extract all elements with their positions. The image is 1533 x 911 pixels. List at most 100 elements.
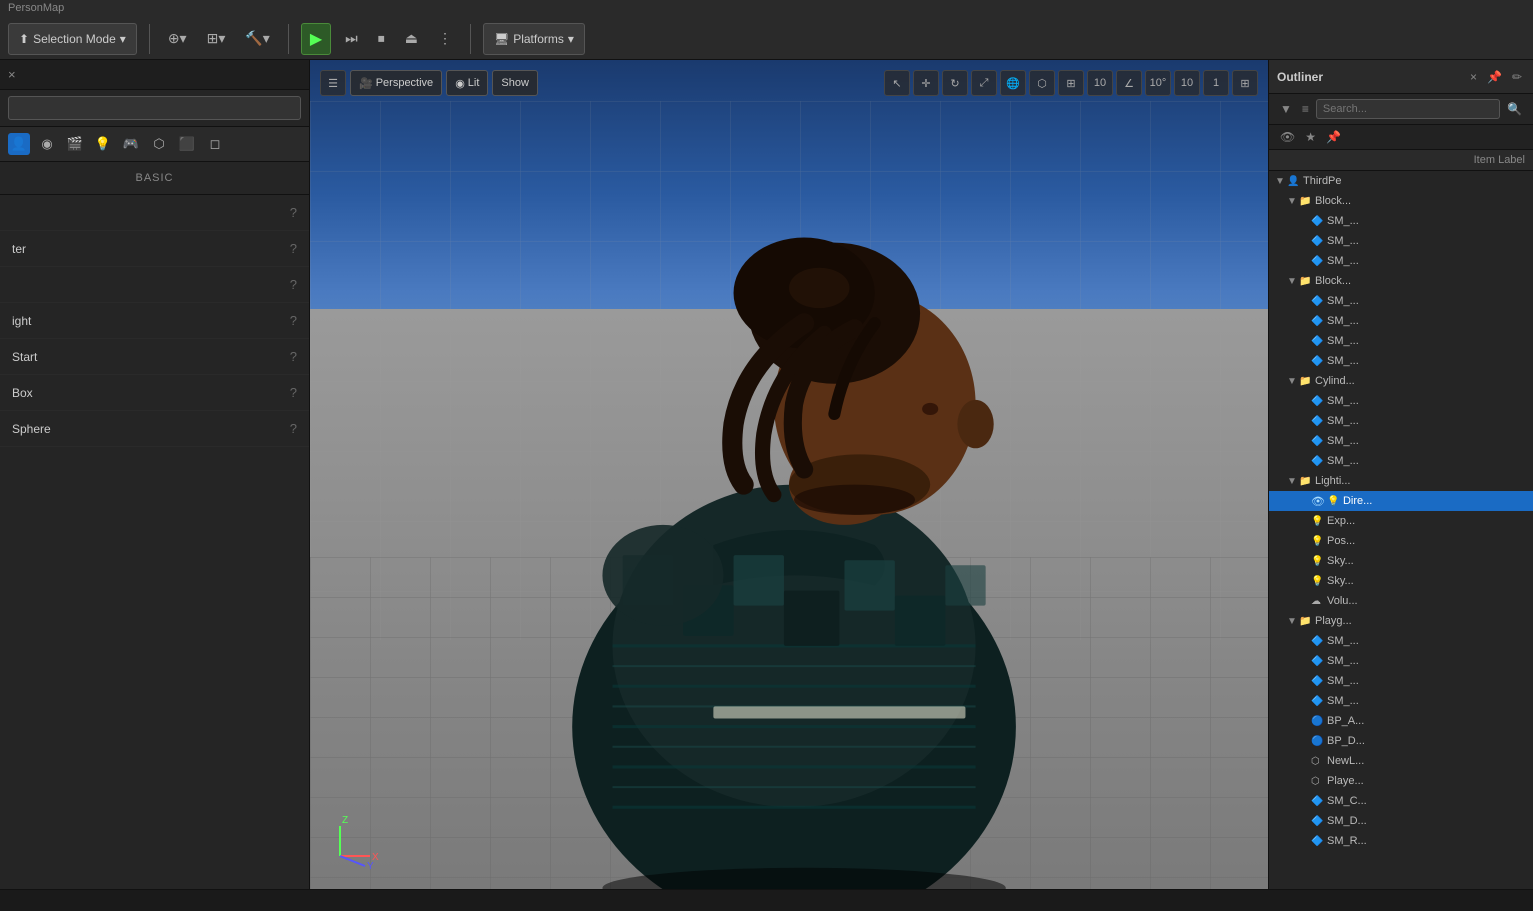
scale-num[interactable]: 10: [1174, 70, 1200, 96]
tree-item-sm11[interactable]: 🔷SM_...: [1269, 451, 1533, 471]
tree-item-sm6[interactable]: 🔷SM_...: [1269, 331, 1533, 351]
help-icon-2[interactable]: ?: [290, 241, 297, 256]
list-item[interactable]: Sphere ?: [0, 411, 309, 447]
scale-icon[interactable]: ⤢: [971, 70, 997, 96]
outliner-tree[interactable]: ▼👤ThirdPe▼📁Block...🔷SM_...🔷SM_...🔷SM_...…: [1269, 171, 1533, 889]
scale-num-2[interactable]: 1: [1203, 70, 1229, 96]
tree-item-sm9[interactable]: 🔷SM_...: [1269, 411, 1533, 431]
filter-options-icon[interactable]: ≡: [1299, 100, 1312, 118]
edit-outliner-button[interactable]: ✏: [1509, 68, 1525, 86]
all-classes-icon[interactable]: 👤: [8, 133, 30, 155]
list-item[interactable]: ?: [0, 195, 309, 231]
play-button[interactable]: ▶: [301, 23, 331, 55]
tree-item-volu[interactable]: ☁Volu...: [1269, 591, 1533, 611]
tree-item-bp_d[interactable]: 🔵BP_D...: [1269, 731, 1533, 751]
tree-item-sm13[interactable]: 🔷SM_...: [1269, 651, 1533, 671]
tree-item-block2[interactable]: ▼📁Block...: [1269, 271, 1533, 291]
help-icon-6[interactable]: ?: [290, 385, 297, 400]
tree-item-sm15[interactable]: 🔷SM_...: [1269, 691, 1533, 711]
tree-item-cylind[interactable]: ▼📁Cylind...: [1269, 371, 1533, 391]
lit-button[interactable]: ◉ Lit: [446, 70, 488, 96]
tree-item-exp[interactable]: 💡Exp...: [1269, 511, 1533, 531]
cinematic-icon[interactable]: 🎬: [64, 133, 86, 155]
tree-item-sm7[interactable]: 🔷SM_...: [1269, 351, 1533, 371]
shapes-icon[interactable]: ◉: [36, 133, 58, 155]
camera-settings-icon[interactable]: ⊞: [1232, 70, 1258, 96]
move-icon[interactable]: ✛: [913, 70, 939, 96]
tree-item-sm4[interactable]: 🔷SM_...: [1269, 291, 1533, 311]
play-next-button[interactable]: ⏭: [339, 23, 364, 55]
help-icon-7[interactable]: ?: [290, 421, 297, 436]
help-icon-3[interactable]: ?: [290, 277, 297, 292]
viewport-menu-button[interactable]: ☰: [320, 70, 346, 96]
tree-item-newl[interactable]: ⬡NewL...: [1269, 751, 1533, 771]
recent-icon[interactable]: ◻: [204, 133, 226, 155]
help-icon-4[interactable]: ?: [290, 313, 297, 328]
tree-label: SM_...: [1327, 435, 1527, 447]
tree-item-sm_d[interactable]: 🔷SM_D...: [1269, 811, 1533, 831]
list-item[interactable]: ight ?: [0, 303, 309, 339]
tree-item-sm12[interactable]: 🔷SM_...: [1269, 631, 1533, 651]
add-actor-button[interactable]: ⊕▾: [162, 23, 193, 55]
visibility-filter-icon[interactable]: 👁: [1277, 128, 1298, 146]
rotate-icon[interactable]: ↻: [942, 70, 968, 96]
perspective-button[interactable]: 🎥 Perspective: [350, 70, 442, 96]
pin-filter-icon[interactable]: 📌: [1323, 128, 1344, 146]
help-icon-1[interactable]: ?: [290, 205, 297, 220]
tree-item-sm10[interactable]: 🔷SM_...: [1269, 431, 1533, 451]
tree-item-block1[interactable]: ▼📁Block...: [1269, 191, 1533, 211]
list-item[interactable]: ?: [0, 267, 309, 303]
selection-mode-button[interactable]: ⬆ Selection Mode ▾: [8, 23, 137, 55]
tree-item-sky1[interactable]: 💡Sky...: [1269, 551, 1533, 571]
tree-item-playg[interactable]: ▼📁Playg...: [1269, 611, 1533, 631]
stop-button[interactable]: ⏹: [372, 23, 391, 55]
tree-item-sm8[interactable]: 🔷SM_...: [1269, 391, 1533, 411]
show-button[interactable]: Show: [492, 70, 538, 96]
tree-item-lighti[interactable]: ▼📁Lighti...: [1269, 471, 1533, 491]
tree-item-bp_a[interactable]: 🔵BP_A...: [1269, 711, 1533, 731]
eject-button[interactable]: ⏏: [399, 23, 424, 55]
tree-item-pos[interactable]: 💡Pos...: [1269, 531, 1533, 551]
tree-item-sm3[interactable]: 🔷SM_...: [1269, 251, 1533, 271]
tree-type-icon: 💡: [1311, 516, 1327, 527]
filter-icon[interactable]: ▼: [1277, 100, 1295, 118]
lights-icon[interactable]: 💡: [92, 133, 114, 155]
tree-item-sm5[interactable]: 🔷SM_...: [1269, 311, 1533, 331]
volumes-icon[interactable]: ⬡: [148, 133, 170, 155]
platforms-button[interactable]: 🖥 Platforms ▾: [483, 23, 585, 55]
outliner-search-input[interactable]: [1316, 99, 1500, 119]
utils-icon[interactable]: ⬛: [176, 133, 198, 155]
star-filter-icon[interactable]: ★: [1302, 128, 1319, 146]
list-item[interactable]: Start ?: [0, 339, 309, 375]
tree-item-playe[interactable]: ⬡Playe...: [1269, 771, 1533, 791]
viewport[interactable]: ☰ 🎥 Perspective ◉ Lit Show ↖ ✛ ↻ ⤢ 🌐 ⬡ ⊞…: [310, 60, 1268, 889]
list-item[interactable]: ter ?: [0, 231, 309, 267]
close-outliner-button[interactable]: ×: [1467, 68, 1480, 86]
tree-item-sm2[interactable]: 🔷SM_...: [1269, 231, 1533, 251]
tree-item-sm_c[interactable]: 🔷SM_C...: [1269, 791, 1533, 811]
snap-button[interactable]: ⊞▾: [201, 23, 232, 55]
list-item[interactable]: Box ?: [0, 375, 309, 411]
tree-item-thirdpe[interactable]: ▼👤ThirdPe: [1269, 171, 1533, 191]
tree-item-sm1[interactable]: 🔷SM_...: [1269, 211, 1533, 231]
angle-icon[interactable]: ∠: [1116, 70, 1142, 96]
tree-label: BP_D...: [1327, 735, 1527, 747]
search-icon[interactable]: 🔍: [1504, 100, 1525, 118]
help-icon-5[interactable]: ?: [290, 349, 297, 364]
lock-outliner-button[interactable]: 📌: [1484, 68, 1505, 86]
tree-item-sm_r[interactable]: 🔷SM_R...: [1269, 831, 1533, 851]
search-input[interactable]: [8, 96, 301, 120]
tree-item-sky2[interactable]: 💡Sky...: [1269, 571, 1533, 591]
tree-item-dire[interactable]: 👁💡Dire...: [1269, 491, 1533, 511]
surface-icon[interactable]: ⬡: [1029, 70, 1055, 96]
grid-size-icon[interactable]: ⊞: [1058, 70, 1084, 96]
grid-num-1[interactable]: 10: [1087, 70, 1113, 96]
world-icon[interactable]: 🌐: [1000, 70, 1026, 96]
game-icon[interactable]: 🎮: [120, 133, 142, 155]
angle-num[interactable]: 10°: [1145, 70, 1171, 96]
more-button[interactable]: ⋮: [432, 23, 458, 55]
close-icon[interactable]: ×: [8, 67, 16, 82]
select-mode-icon[interactable]: ↖: [884, 70, 910, 96]
tree-item-sm14[interactable]: 🔷SM_...: [1269, 671, 1533, 691]
build-button[interactable]: 🔨▾: [239, 23, 275, 55]
